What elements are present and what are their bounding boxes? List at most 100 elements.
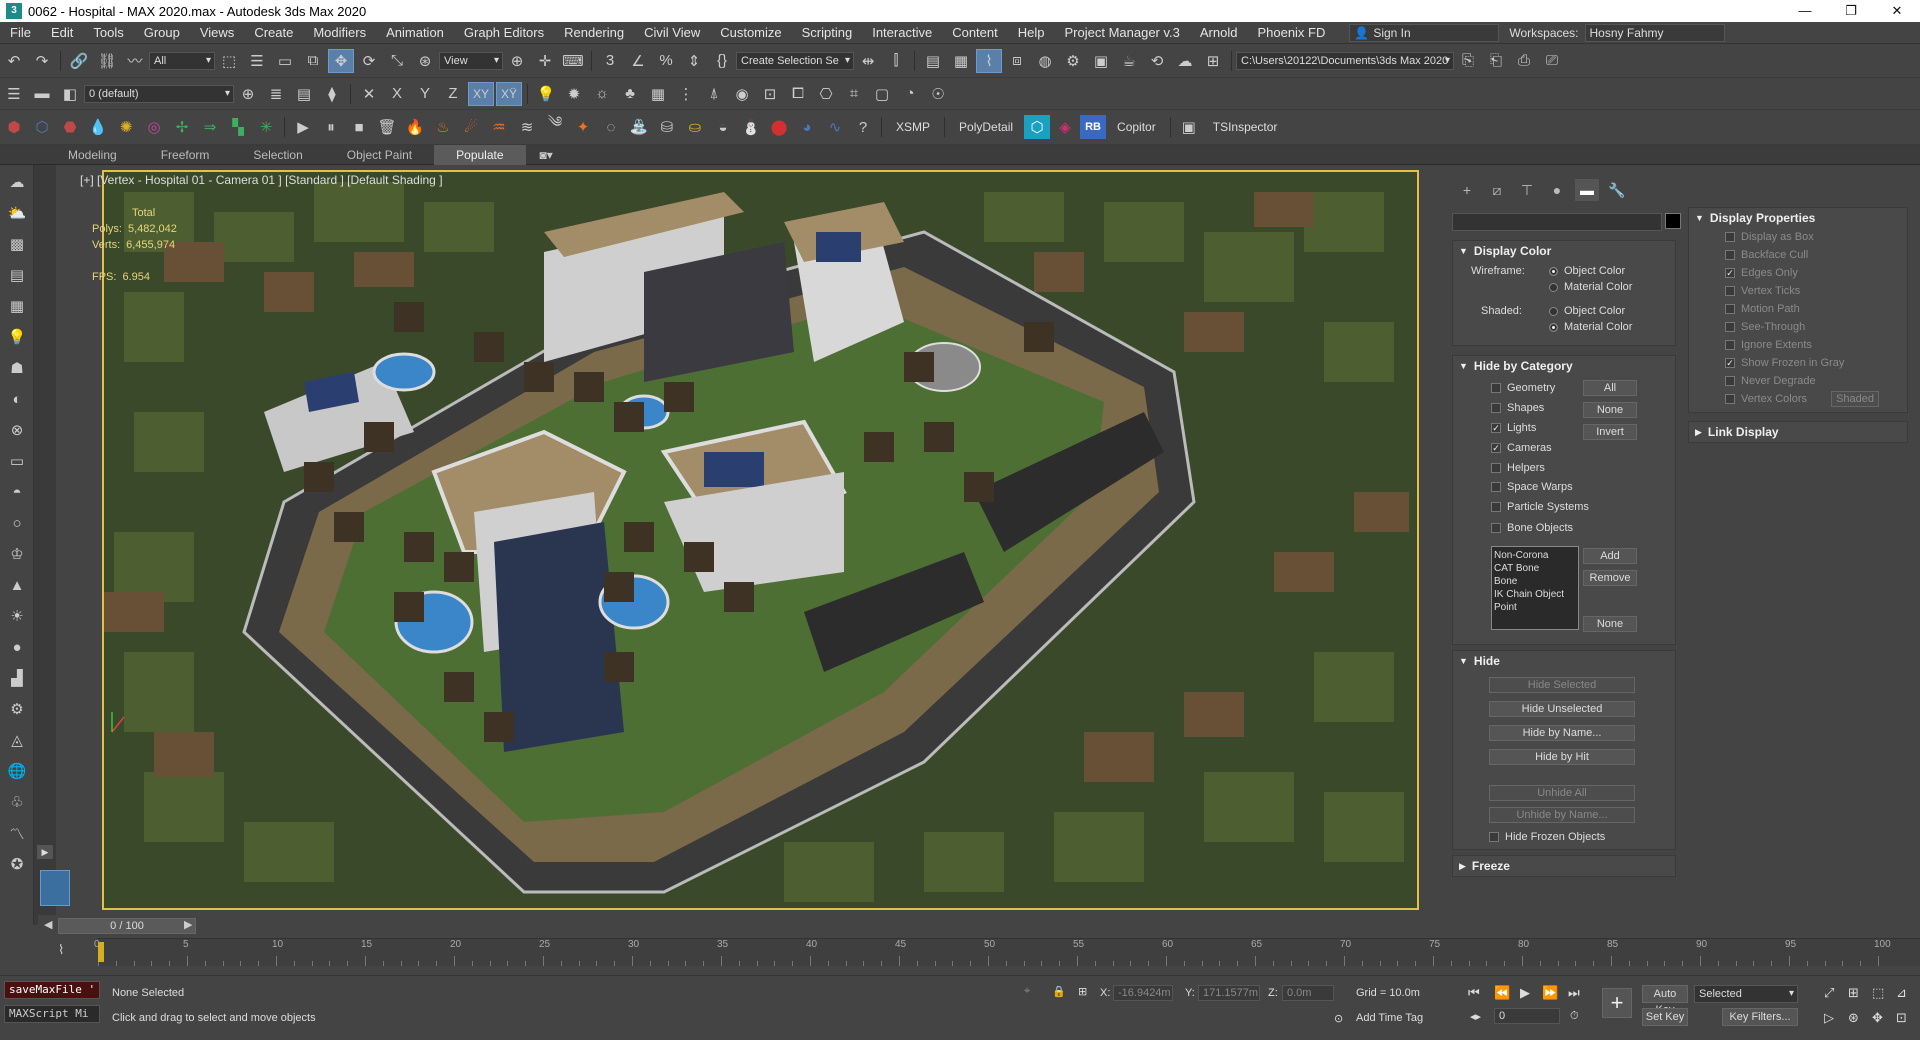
see-through-checkbox[interactable]: See-Through	[1689, 318, 1907, 336]
menu-project-manager[interactable]: Project Manager v.3	[1055, 25, 1190, 40]
tsinspector-icon[interactable]: ▣	[1176, 115, 1202, 139]
list-item[interactable]: CAT Bone	[1494, 562, 1576, 575]
axis-z-button[interactable]: Z	[440, 82, 466, 106]
menu-file[interactable]: File	[0, 25, 41, 40]
go-to-start-icon[interactable]: ⏮	[1468, 985, 1480, 1001]
splash-icon[interactable]: ⛄	[738, 115, 764, 139]
selection-filter-dropdown[interactable]: All	[149, 51, 215, 70]
menu-scripting[interactable]: Scripting	[792, 25, 863, 40]
hide-header[interactable]: ▼ Hide	[1453, 651, 1675, 671]
link-display-header[interactable]: ▶ Link Display	[1689, 422, 1907, 442]
hair-icon[interactable]: 〽	[2, 819, 32, 847]
play-icon[interactable]: ▶	[290, 115, 316, 139]
populate-flow-icon[interactable]: ☁	[2, 168, 32, 196]
arrow-right-icon[interactable]: ⇒	[197, 115, 223, 139]
minimize-button[interactable]: —	[1782, 0, 1828, 22]
menu-content[interactable]: Content	[942, 25, 1008, 40]
tab-populate[interactable]: Populate	[434, 144, 526, 165]
vortex-icon[interactable]: ◌	[598, 115, 624, 139]
material-editor-icon[interactable]: ◍	[1032, 49, 1058, 73]
link-icon[interactable]: 🔗	[66, 49, 92, 73]
maxscript-listener-output[interactable]: saveMaxFile '	[4, 981, 100, 999]
category-cameras-checkbox[interactable]: ✓ Cameras	[1491, 442, 1552, 454]
freeze-header[interactable]: ▶ Freeze	[1453, 856, 1675, 876]
menu-help[interactable]: Help	[1008, 25, 1055, 40]
bowl-icon[interactable]: ◒	[710, 115, 736, 139]
bike-icon[interactable]: ⊗	[2, 416, 32, 444]
restore-button[interactable]: ❐	[1828, 0, 1874, 22]
spinner-snap-icon[interactable]: ⇕	[681, 49, 707, 73]
pan-view-icon[interactable]: ▷	[1824, 1010, 1834, 1026]
edit-named-selection-icon[interactable]: {}	[709, 49, 735, 73]
display-tab-icon[interactable]: ▬	[1575, 179, 1599, 201]
curve-editor-toggle-icon[interactable]: ⌇	[58, 942, 64, 958]
current-layer-dropdown[interactable]: 0 (default)	[84, 84, 234, 103]
menu-arnold[interactable]: Arnold	[1190, 25, 1248, 40]
render-production-icon[interactable]: ☕	[1116, 49, 1142, 73]
viewport-layout-icon[interactable]: ⊡	[757, 82, 783, 106]
category-space-warps-checkbox[interactable]: Space Warps	[1491, 481, 1573, 493]
isolate-selection-icon[interactable]: ⌖	[1024, 985, 1030, 998]
play-animation-icon[interactable]: ▶	[1520, 985, 1530, 1001]
time-tag-icon[interactable]: ⊙	[1334, 1012, 1343, 1025]
leaf-icon[interactable]: ♧	[2, 788, 32, 816]
wave-force-icon[interactable]: ∿	[822, 115, 848, 139]
edges-only-checkbox[interactable]: ✓ Edges Only	[1689, 264, 1907, 282]
fov-icon[interactable]: ⊿	[1896, 985, 1907, 1001]
safe-frame-icon[interactable]: ⧠	[785, 82, 811, 106]
category-remove-button[interactable]: Remove	[1583, 570, 1637, 586]
align-icon[interactable]: ⫿	[883, 49, 909, 73]
vertex-colors-shaded-button[interactable]: Shaded	[1831, 391, 1880, 407]
toggle-ribbon-icon[interactable]: ▦	[948, 49, 974, 73]
copitor-button[interactable]: Copitor	[1107, 120, 1166, 134]
project-folder-dropdown[interactable]: C:\Users\20122\Documents\3ds Max 2020	[1236, 51, 1454, 70]
unlink-icon[interactable]: ⛓	[94, 49, 120, 73]
axis-x-button[interactable]: X	[384, 82, 410, 106]
flame-icon[interactable]: ☄	[458, 115, 484, 139]
menu-graph-editors[interactable]: Graph Editors	[454, 25, 554, 40]
scene-explorer-icon[interactable]: ☰	[1, 82, 27, 106]
select-and-scale-icon[interactable]: ⤡	[384, 49, 410, 73]
display-properties-header[interactable]: ▼ Display Properties	[1689, 208, 1907, 228]
plane-icon[interactable]: ▭	[2, 447, 32, 475]
category-particle-systems-checkbox[interactable]: Particle Systems	[1491, 501, 1589, 513]
key-mode-icon[interactable]: ◂▸	[1470, 1010, 1481, 1023]
y-coordinate-field[interactable]: 171.1577m	[1198, 985, 1260, 1001]
key-set-dropdown[interactable]: Selected	[1694, 985, 1798, 1003]
timeline-next-icon[interactable]: ▶	[184, 918, 192, 931]
angle-snap-icon[interactable]: ∠	[625, 49, 651, 73]
list-item[interactable]: Non-Corona	[1494, 549, 1576, 562]
box-primitive-icon[interactable]: ⬢	[1, 115, 27, 139]
category-lights-checkbox[interactable]: ✓ Lights	[1491, 422, 1536, 434]
close-constraint-icon[interactable]: ✕	[356, 82, 382, 106]
motion-tab-icon[interactable]: ●	[1545, 179, 1569, 201]
region-icon[interactable]: ▢	[869, 82, 895, 106]
menu-group[interactable]: Group	[134, 25, 190, 40]
fluid-container-icon[interactable]: ⛁	[654, 115, 680, 139]
gold-sphere-icon[interactable]: ●	[2, 633, 32, 661]
curve-editor-icon[interactable]: ⌇	[976, 48, 1002, 73]
layer-manager-icon[interactable]: ⧫	[319, 82, 345, 106]
time-slider[interactable]: 0 / 100	[58, 918, 196, 934]
selection-lock-icon[interactable]: 🔒	[1052, 985, 1066, 998]
project-copy-icon[interactable]: ⎙	[1511, 49, 1537, 73]
window-crossing-icon[interactable]: ⧉	[300, 49, 326, 73]
fire-source-icon[interactable]: ♨	[430, 115, 456, 139]
list-item[interactable]: Point	[1494, 601, 1576, 614]
x-coordinate-field[interactable]: -16.9424m	[1113, 985, 1173, 1001]
smoke-icon[interactable]: ♒	[486, 115, 512, 139]
shaded-material-color-radio[interactable]: Material Color	[1549, 321, 1632, 333]
menu-interactive[interactable]: Interactive	[862, 25, 942, 40]
go-to-end-icon[interactable]: ⏭	[1568, 985, 1580, 1001]
liquid-icon[interactable]: ⛲	[626, 115, 652, 139]
display-color-header[interactable]: ▼ Display Color	[1453, 241, 1675, 261]
select-in-layer-icon[interactable]: ≣	[263, 82, 289, 106]
render-plugin-icon[interactable]: ◈	[1052, 115, 1078, 139]
ignore-extents-checkbox[interactable]: Ignore Extents	[1689, 336, 1907, 354]
hierarchy-tab-icon[interactable]: ⊤	[1515, 179, 1539, 201]
set-key-big-icon[interactable]: +	[1602, 988, 1632, 1018]
rotate-view-icon[interactable]: ◉	[729, 82, 755, 106]
zoom-all-icon[interactable]: ⊞	[1848, 985, 1859, 1001]
cube-tool-icon[interactable]: ⬡	[1024, 115, 1051, 139]
backface-cull-checkbox[interactable]: Backface Cull	[1689, 246, 1907, 264]
